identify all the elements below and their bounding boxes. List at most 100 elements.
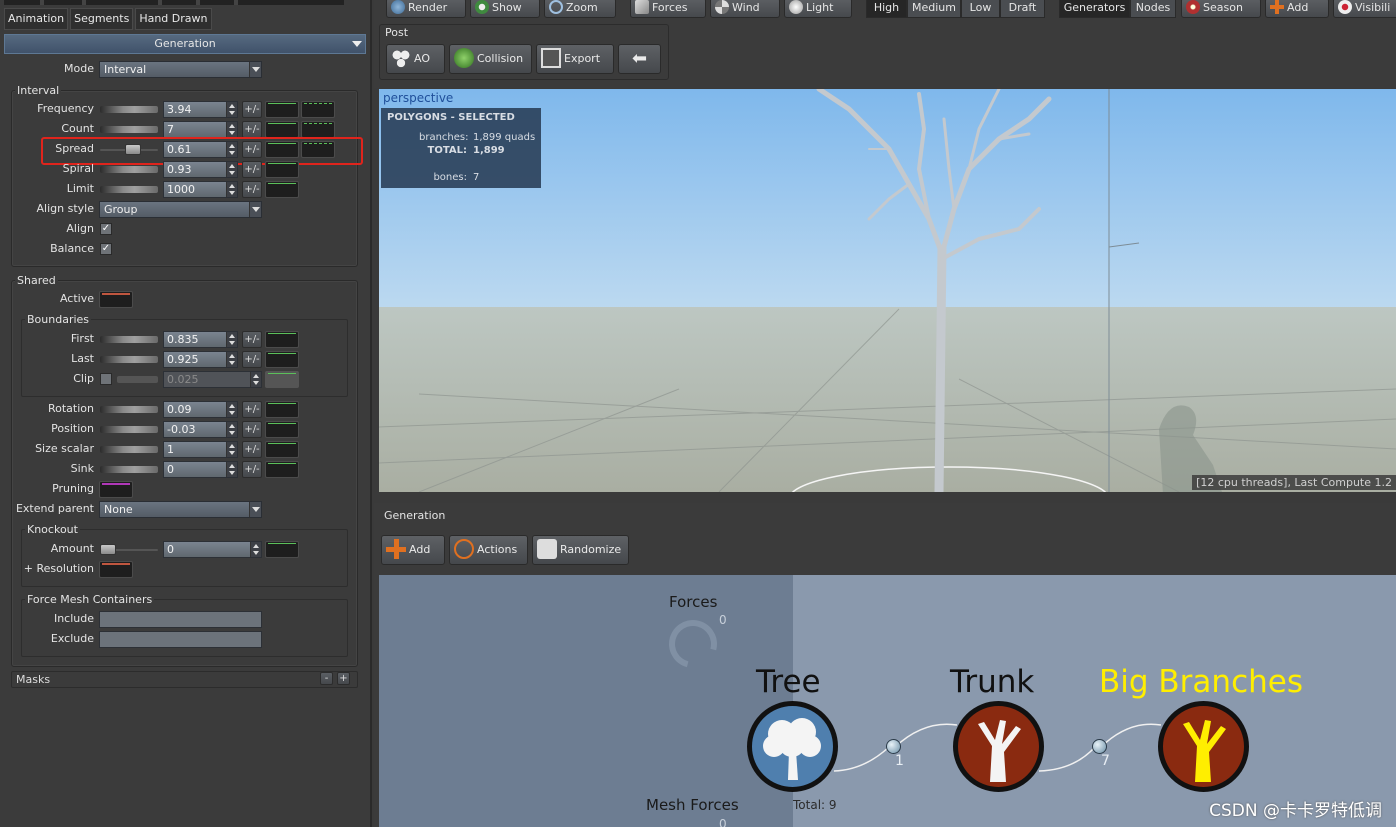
clip-checkbox[interactable] [100,373,112,385]
amount-input[interactable]: 0 [163,541,262,558]
first-input[interactable]: 0.835 [163,331,238,348]
rotation-input[interactable]: 0.09 [163,401,238,418]
count-plusminus-button[interactable]: +/- [242,121,262,138]
masks-bar[interactable] [11,671,358,688]
rotation-slider[interactable] [100,403,158,415]
spiral-curve[interactable] [265,161,299,178]
slider-handle[interactable] [100,544,116,555]
forces-button[interactable]: Forces [630,0,706,18]
frequency-curve[interactable] [265,101,299,118]
position-slider[interactable] [100,423,158,435]
clip-input[interactable]: 0.025 [163,371,262,388]
tab-nodes[interactable]: Nodes [1130,0,1176,18]
frequency-variance-curve[interactable] [301,101,335,118]
wind-button[interactable]: Wind [710,0,780,18]
pruning-curve[interactable] [99,481,133,498]
last-plusminus-button[interactable]: +/- [242,351,262,368]
add-node-button[interactable]: Add [381,535,445,565]
extend-parent-select[interactable]: None [99,501,262,518]
masks-remove-button[interactable]: - [320,672,333,685]
clip-slider[interactable] [117,373,158,385]
quality-low[interactable]: Low [961,0,1000,18]
amount-slider[interactable] [100,543,158,555]
spin-arrows-icon[interactable] [226,462,237,477]
size-scalar-plusminus-button[interactable]: +/- [242,441,262,458]
render-button[interactable]: Render [386,0,466,18]
limit-slider[interactable] [100,183,158,195]
spin-arrows-icon[interactable] [226,352,237,367]
back-button[interactable]: ⬅ [618,44,661,74]
sink-plusminus-button[interactable]: +/- [242,461,262,478]
count-curve[interactable] [265,121,299,138]
spin-arrows-icon[interactable] [226,182,237,197]
randomize-button[interactable]: Randomize [532,535,629,565]
node-trunk[interactable] [953,701,1044,792]
link-socket[interactable] [886,739,901,754]
first-curve[interactable] [265,331,299,348]
clip-curve[interactable] [265,371,299,388]
tab-animation[interactable]: Animation [4,8,69,30]
export-button[interactable]: Export [536,44,614,74]
count-input[interactable]: 7 [163,121,238,138]
sink-slider[interactable] [100,463,158,475]
actions-button[interactable]: Actions [449,535,528,565]
quality-draft[interactable]: Draft [1000,0,1045,18]
spin-arrows-icon[interactable] [226,122,237,137]
balance-checkbox[interactable]: ✓ [100,243,112,255]
spiral-slider[interactable] [100,163,158,175]
spin-arrows-icon[interactable] [250,542,261,557]
generation-section-header[interactable]: Generation [4,34,366,54]
first-plusminus-button[interactable]: +/- [242,331,262,348]
spin-arrows-icon[interactable] [226,162,237,177]
last-input[interactable]: 0.925 [163,351,238,368]
first-slider[interactable] [100,333,158,345]
season-button[interactable]: Season [1181,0,1261,18]
last-curve[interactable] [265,351,299,368]
tab-hand-drawn[interactable]: Hand Drawn [135,8,212,30]
visibility-button[interactable]: Visibili [1333,0,1396,18]
active-curve[interactable] [99,291,133,308]
count-variance-curve[interactable] [301,121,335,138]
link-socket[interactable] [1092,739,1107,754]
count-slider[interactable] [100,123,158,135]
spin-arrows-icon[interactable] [226,402,237,417]
quality-medium[interactable]: Medium [907,0,961,18]
mode-select[interactable]: Interval [99,61,262,78]
position-input[interactable]: -0.03 [163,421,238,438]
spin-arrows-icon[interactable] [226,332,237,347]
resolution-curve[interactable] [99,561,133,578]
rotation-plusminus-button[interactable]: +/- [242,401,262,418]
frequency-plusminus-button[interactable]: +/- [242,101,262,118]
collapse-arrow-icon[interactable] [352,41,362,47]
size-scalar-slider[interactable] [100,443,158,455]
spin-arrows-icon[interactable] [226,442,237,457]
masks-add-button[interactable]: + [337,672,350,685]
size-scalar-input[interactable]: 1 [163,441,238,458]
align-style-select[interactable]: Group [99,201,262,218]
size-scalar-curve[interactable] [265,441,299,458]
sink-curve[interactable] [265,461,299,478]
last-slider[interactable] [100,353,158,365]
node-tree[interactable] [747,701,838,792]
spin-arrows-icon[interactable] [226,102,237,117]
3d-viewport[interactable]: perspective POLYGONS - SELECTED branches… [379,89,1396,492]
spin-arrows-icon[interactable] [250,372,261,387]
limit-input[interactable]: 1000 [163,181,238,198]
upper-tab-row[interactable] [4,0,344,5]
frequency-input[interactable]: 3.94 [163,101,238,118]
tab-segments[interactable]: Segments [70,8,134,30]
include-field[interactable] [99,611,262,628]
quality-high[interactable]: High [866,0,907,18]
ao-button[interactable]: AO [386,44,445,74]
limit-curve[interactable] [265,181,299,198]
node-big-branches[interactable] [1158,701,1249,792]
limit-plusminus-button[interactable]: +/- [242,181,262,198]
position-curve[interactable] [265,421,299,438]
add-generator-button[interactable]: Add [1265,0,1329,18]
spiral-input[interactable]: 0.93 [163,161,238,178]
node-graph[interactable]: Forces 0 Mesh Forces 0 Total: 9 Tree 1 T… [379,575,1396,827]
tab-generators[interactable]: Generators [1059,0,1130,18]
position-plusminus-button[interactable]: +/- [242,421,262,438]
frequency-slider[interactable] [100,103,158,115]
rotation-curve[interactable] [265,401,299,418]
